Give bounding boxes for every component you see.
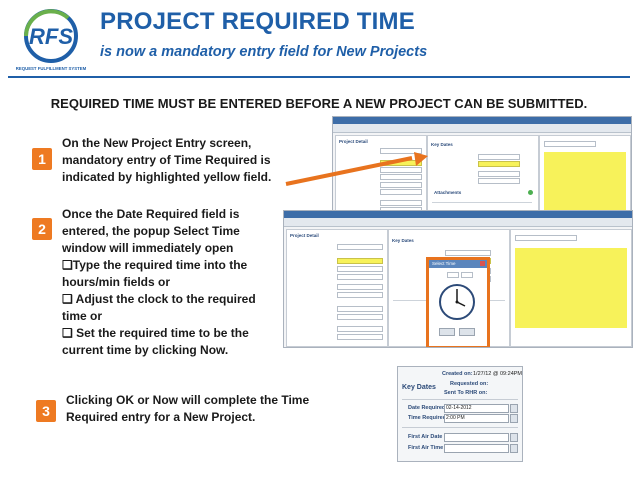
step-3-line: Clicking OK or Now will complete the Tim… xyxy=(66,393,310,407)
popup-title-bar: Select Time xyxy=(429,260,487,268)
app-nav-bar xyxy=(284,211,632,218)
calendar-icon[interactable] xyxy=(510,433,518,442)
project-name-field[interactable] xyxy=(337,258,383,264)
select-status-field[interactable] xyxy=(544,141,596,147)
step-1-line: On the New Project Entry screen, xyxy=(62,136,252,150)
first-air-date-label: First Air Date xyxy=(408,434,443,440)
divider xyxy=(402,399,518,400)
project-detail-pane: Project Detail xyxy=(286,229,388,347)
project-detail-title: Project Detail xyxy=(290,233,319,238)
divider xyxy=(402,427,518,428)
key-dates-title: Key Dates xyxy=(392,238,414,243)
key-dates-title: Key Dates xyxy=(431,142,453,147)
show-title-field[interactable] xyxy=(337,284,383,290)
close-icon[interactable] xyxy=(480,261,485,266)
step-2-line: Once the Date Required field is xyxy=(62,207,240,221)
step-2-line: ❑Type the required time into the xyxy=(62,258,248,272)
step-3-badge: 3 xyxy=(36,400,56,422)
campaign-title-field[interactable] xyxy=(337,292,383,298)
step-1-text: On the New Project Entry screen, mandato… xyxy=(62,135,271,186)
created-on-label: Created on: xyxy=(442,371,473,377)
project-category-field[interactable] xyxy=(337,274,383,280)
first-air-date-field[interactable] xyxy=(478,171,520,177)
step-2-line: ❑ Adjust the clock to the required xyxy=(62,292,256,306)
step-2-line: window will immediately open xyxy=(62,241,234,255)
hours-field[interactable] xyxy=(447,272,459,278)
first-air-time-label: First Air Time xyxy=(408,445,444,451)
project-detail-title: Project Detail xyxy=(339,139,368,144)
first-air-time-input[interactable] xyxy=(444,444,509,453)
time-required-label: Time Required xyxy=(408,415,447,421)
calendar-icon[interactable] xyxy=(510,404,518,413)
sent-to-label: Sent To RHR on: xyxy=(444,390,488,396)
step-2-badge: 2 xyxy=(32,218,52,240)
select-time-popup: Select Time xyxy=(426,257,490,347)
header-divider xyxy=(8,76,630,78)
step-2-text: Once the Date Required field is entered,… xyxy=(62,206,256,359)
time-required-field[interactable] xyxy=(478,161,520,167)
key-dates-title: Key Dates xyxy=(402,384,436,391)
select-status-field[interactable] xyxy=(515,235,577,241)
date-required-label: Date Required xyxy=(408,405,446,411)
time-required-input[interactable]: 2:00 PM xyxy=(444,414,509,423)
minutes-field[interactable] xyxy=(461,272,473,278)
step-2-line: ❑ Set the required time to be the xyxy=(62,326,249,340)
ok-button[interactable] xyxy=(459,328,475,336)
attachments-title: Attachments xyxy=(434,190,462,195)
arrow-icon xyxy=(285,152,428,186)
app-nav-bar xyxy=(333,117,631,124)
step-3-line: Required entry for a New Project. xyxy=(66,410,256,424)
logo-tagline: REQUEST FULFILLMENT SYSTEM xyxy=(16,66,87,71)
step-3-text: Clicking OK or Now will complete the Tim… xyxy=(66,392,309,426)
step-2-line: hours/min fields or xyxy=(62,275,171,289)
step-1-line: mandatory entry of Time Required is xyxy=(62,153,271,167)
rfs-logo-graphic: RFS REQUEST FULFILLMENT SYSTEM xyxy=(16,9,87,71)
project-manager-field[interactable] xyxy=(337,326,383,332)
add-attachment-icon[interactable] xyxy=(528,190,533,195)
project-type-field[interactable] xyxy=(337,266,383,272)
attachments-divider xyxy=(432,202,532,203)
select-time-screenshot: Project Detail Key Dates Select Time xyxy=(283,210,633,348)
clock-icon[interactable] xyxy=(510,444,518,453)
app-toolbar xyxy=(284,218,632,227)
date-required-field[interactable] xyxy=(478,154,520,160)
logo-text: RFS xyxy=(29,24,73,49)
requested-on-label: Requested on: xyxy=(450,381,489,387)
page-title: PROJECT REQUIRED TIME xyxy=(100,8,415,35)
date-required-field[interactable] xyxy=(445,250,491,256)
requester-field[interactable] xyxy=(380,200,422,206)
now-button[interactable] xyxy=(439,328,455,336)
key-dates-panel: Created on: 1/27/12 @ 09:24PM Key Dates … xyxy=(397,366,523,462)
step-1-line: indicated by highlighted yellow field. xyxy=(62,170,272,184)
rfs-logo: RFS REQUEST FULFILLMENT SYSTEM xyxy=(8,8,94,74)
step-2-line: entered, the popup Select Time xyxy=(62,224,240,238)
id-field[interactable] xyxy=(337,244,383,250)
fulfilling-station-field[interactable] xyxy=(337,334,383,340)
step-1-badge: 1 xyxy=(32,148,52,170)
created-on-value: 1/27/12 @ 09:24PM xyxy=(473,371,523,377)
first-air-date-input[interactable] xyxy=(444,433,509,442)
step-2-line: time or xyxy=(62,309,103,323)
clock-icon[interactable] xyxy=(437,282,477,322)
headline-text: REQUIRED TIME MUST BE ENTERED BEFORE A N… xyxy=(50,96,588,111)
project-description-pane xyxy=(510,229,632,347)
popup-title: Select Time xyxy=(432,261,456,266)
clock-icon[interactable] xyxy=(510,414,518,423)
page-subtitle: is now a mandatory entry field for New P… xyxy=(100,44,428,60)
step-2-line: current time by clicking Now. xyxy=(62,343,229,357)
requesting-station-field[interactable] xyxy=(337,314,383,320)
date-required-input[interactable]: 02-14-2012 xyxy=(444,404,509,413)
requester-field[interactable] xyxy=(337,306,383,312)
first-air-time-field[interactable] xyxy=(478,178,520,184)
app-toolbar xyxy=(333,124,631,133)
project-description-field[interactable] xyxy=(515,248,627,328)
